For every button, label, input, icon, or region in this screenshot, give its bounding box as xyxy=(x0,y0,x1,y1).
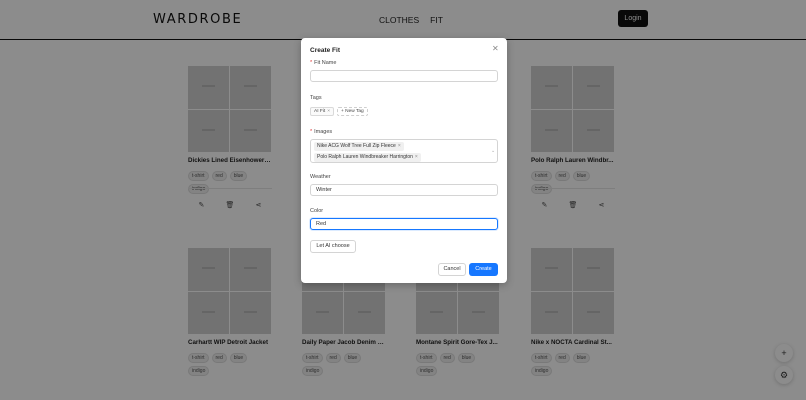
close-icon[interactable]: × xyxy=(398,143,401,149)
fit-name-input[interactable] xyxy=(310,70,498,82)
image-chip[interactable]: Polo Ralph Lauren Windbreaker Harrington… xyxy=(314,153,421,162)
fit-name-label: * Fit Name xyxy=(310,60,336,66)
close-icon[interactable]: × xyxy=(327,109,330,114)
tags-label: Tags xyxy=(310,95,322,101)
required-marker: * xyxy=(310,60,313,66)
close-icon[interactable]: × xyxy=(415,154,418,160)
create-fit-modal: Create Fit ✕ * Fit Name Tags AI Fit × + Ne… xyxy=(301,38,507,283)
required-marker: * xyxy=(310,129,313,135)
create-button[interactable]: Create xyxy=(469,263,498,276)
modal-title: Create Fit xyxy=(310,47,340,54)
chevron-down-icon: ⌄ xyxy=(491,148,496,154)
close-icon[interactable]: ✕ xyxy=(492,44,499,53)
image-chip[interactable]: Nike ACG Wolf Tree Full Zip Fleece × xyxy=(314,142,404,151)
new-tag-button[interactable]: + New Tag xyxy=(337,107,368,116)
images-label-text: Images xyxy=(314,129,333,135)
cancel-button[interactable]: Cancel xyxy=(438,263,466,276)
image-chip-label: Polo Ralph Lauren Windbreaker Harrington xyxy=(317,154,413,160)
color-label: Color xyxy=(310,208,324,214)
image-chip-label: Nike ACG Wolf Tree Full Zip Fleece xyxy=(317,143,396,149)
tag-chip-label: AI Fit xyxy=(314,109,326,114)
fit-name-label-text: Fit Name xyxy=(314,60,337,66)
weather-input[interactable]: Winter xyxy=(310,184,498,196)
weather-label: Weather xyxy=(310,174,331,180)
let-ai-choose-button[interactable]: Let AI choose xyxy=(310,240,356,253)
images-select[interactable]: Nike ACG Wolf Tree Full Zip Fleece × Polo… xyxy=(310,139,498,163)
color-input[interactable]: Red xyxy=(310,218,498,230)
images-label: * Images xyxy=(310,129,332,135)
tag-chip[interactable]: AI Fit × xyxy=(310,107,335,116)
